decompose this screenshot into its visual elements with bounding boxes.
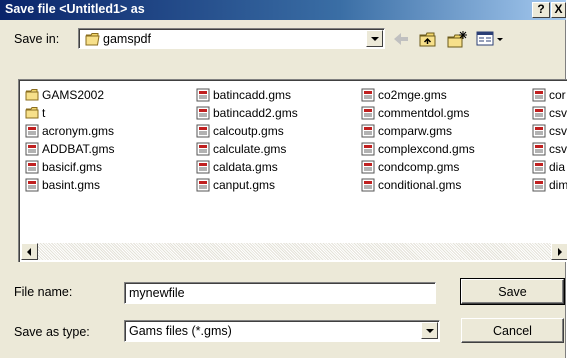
file-name: caldata.gms [213, 160, 278, 174]
horizontal-scrollbar[interactable] [21, 243, 567, 260]
list-item[interactable]: commentdol.gms [361, 105, 469, 121]
list-item[interactable]: batincadd.gms [196, 87, 291, 103]
chevron-down-icon[interactable] [421, 322, 438, 339]
list-item[interactable]: canput.gms [196, 177, 275, 193]
file-name: batincadd.gms [213, 88, 292, 102]
gms-file-icon [532, 88, 546, 102]
list-item[interactable]: batincadd2.gms [196, 105, 298, 121]
list-item[interactable]: calcoutp.gms [196, 123, 284, 139]
title-bar[interactable]: Save file <Untitled1> as ? X [0, 0, 566, 20]
gms-file-icon [361, 160, 375, 174]
gms-file-icon [361, 142, 375, 156]
list-item[interactable]: acronym.gms [25, 123, 114, 139]
list-item[interactable]: csv [532, 105, 567, 121]
save-button[interactable]: Save [460, 278, 565, 305]
gms-file-icon [532, 142, 546, 156]
file-name: basint.gms [42, 178, 101, 192]
file-name: csv [549, 124, 567, 138]
save-file-dialog: Save file <Untitled1> as ? X Save in: ga… [0, 0, 567, 358]
scroll-right-icon[interactable] [551, 243, 567, 260]
list-item[interactable]: dia [532, 159, 565, 175]
list-item[interactable]: complexcond.gms [361, 141, 475, 157]
gms-file-icon [361, 178, 375, 192]
file-name: cor [549, 88, 566, 102]
save-in-value: gamspdf [103, 32, 151, 46]
file-list[interactable]: GAMS2002 t acronym.gms ADDBAT.gms basici… [18, 79, 567, 262]
gms-file-icon [196, 142, 210, 156]
gms-file-icon [532, 160, 546, 174]
chevron-down-icon[interactable] [366, 30, 383, 47]
file-name: ADDBAT.gms [42, 142, 115, 156]
file-name: commentdol.gms [378, 106, 470, 120]
list-item[interactable]: co2mge.gms [361, 87, 447, 103]
file-name: acronym.gms [42, 124, 115, 138]
save-as-type-value: Gams files (*.gms) [129, 324, 232, 338]
save-as-type-label: Save as type: [14, 325, 90, 339]
file-name: csv [549, 106, 567, 120]
views-menu-icon[interactable] [475, 30, 505, 48]
save-in-dropdown[interactable]: gamspdf [78, 28, 385, 49]
gms-file-icon [532, 106, 546, 120]
folder-icon [25, 107, 39, 119]
gms-file-icon [361, 88, 375, 102]
list-item[interactable]: GAMS2002 [25, 87, 104, 103]
file-name: condcomp.gms [378, 160, 460, 174]
file-name: t [42, 106, 46, 120]
list-item[interactable]: csv [532, 141, 567, 157]
save-as-type-dropdown[interactable]: Gams files (*.gms) [124, 320, 440, 342]
gms-file-icon [196, 106, 210, 120]
help-button[interactable]: ? [532, 2, 550, 18]
file-name: GAMS2002 [42, 88, 105, 102]
file-name: canput.gms [213, 178, 276, 192]
list-item[interactable]: dim [532, 177, 567, 193]
list-item[interactable]: csv [532, 123, 567, 139]
gms-file-icon [361, 106, 375, 120]
file-name: batincadd2.gms [213, 106, 298, 120]
gms-file-icon [25, 124, 39, 138]
up-folder-icon[interactable] [418, 30, 438, 48]
gms-file-icon [196, 178, 210, 192]
file-name: calculate.gms [213, 142, 287, 156]
file-name: dim [549, 178, 567, 192]
gms-file-icon [532, 178, 546, 192]
file-name: basicif.gms [42, 160, 103, 174]
close-button[interactable]: X [551, 2, 566, 18]
gms-file-icon [196, 160, 210, 174]
file-name: csv [549, 142, 567, 156]
gms-file-icon [25, 160, 39, 174]
file-name: conditional.gms [378, 178, 462, 192]
list-item[interactable]: cor [532, 87, 566, 103]
dialog-title: Save file <Untitled1> as [5, 2, 145, 16]
file-name: calcoutp.gms [213, 124, 284, 138]
cancel-button[interactable]: Cancel [461, 318, 564, 343]
scrollbar-track[interactable] [38, 243, 551, 260]
file-name-input[interactable] [124, 282, 436, 304]
folder-icon [25, 89, 39, 101]
gms-file-icon [196, 124, 210, 138]
new-folder-icon[interactable] [446, 30, 468, 48]
file-name: dia [549, 160, 566, 174]
file-name: comparw.gms [378, 124, 453, 138]
folder-open-icon [85, 33, 100, 46]
gms-file-icon [25, 178, 39, 192]
file-name: complexcond.gms [378, 142, 475, 156]
save-in-label: Save in: [14, 32, 60, 46]
back-arrow-icon[interactable] [391, 30, 411, 48]
gms-file-icon [196, 88, 210, 102]
list-item[interactable]: t [25, 105, 45, 121]
gms-file-icon [361, 124, 375, 138]
list-item[interactable]: caldata.gms [196, 159, 278, 175]
list-item[interactable]: condcomp.gms [361, 159, 459, 175]
scroll-left-icon[interactable] [21, 243, 38, 260]
file-name: co2mge.gms [378, 88, 447, 102]
list-item[interactable]: calculate.gms [196, 141, 286, 157]
gms-file-icon [25, 142, 39, 156]
gms-file-icon [532, 124, 546, 138]
list-item[interactable]: basint.gms [25, 177, 100, 193]
list-item[interactable]: basicif.gms [25, 159, 102, 175]
list-item[interactable]: conditional.gms [361, 177, 461, 193]
list-item[interactable]: ADDBAT.gms [25, 141, 114, 157]
file-name-label: File name: [14, 285, 73, 299]
list-item[interactable]: comparw.gms [361, 123, 452, 139]
